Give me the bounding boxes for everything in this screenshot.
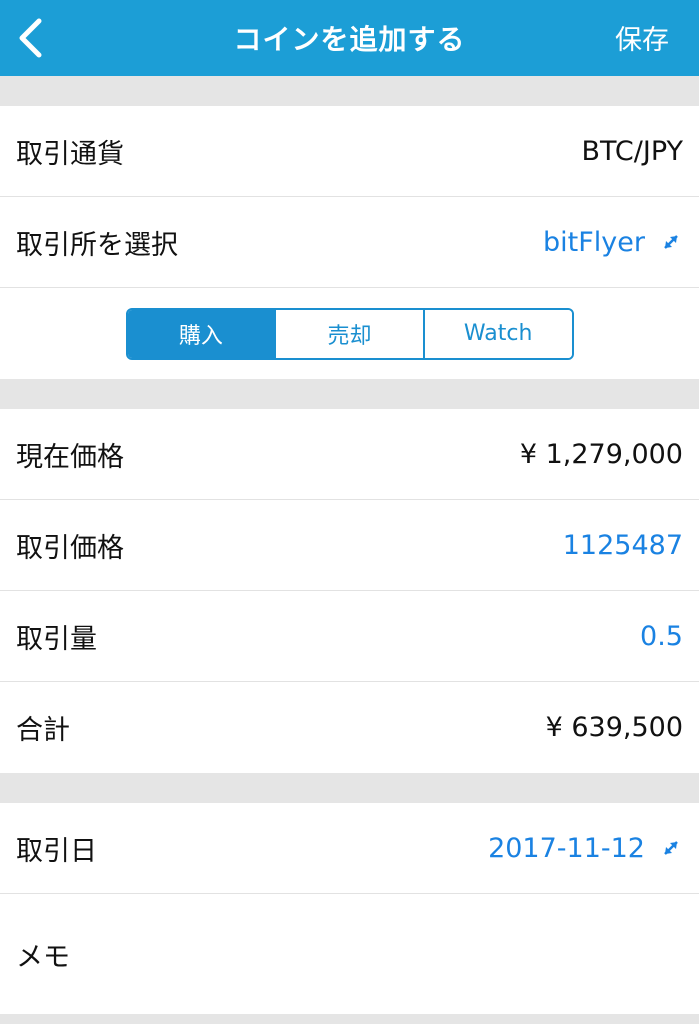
trade-type-row: 購入 売却 Watch [0,288,699,379]
memo-row[interactable]: メモ [0,894,699,1014]
exchange-label: 取引所を選択 [16,229,178,261]
save-button[interactable]: 保存 [615,18,669,57]
total-row: 合計 ¥ 639,500 [0,682,699,773]
section-separator [0,76,699,106]
current-price-value: ¥ 1,279,000 [519,438,683,470]
trade-amount-label: 取引量 [16,623,97,655]
pair-row: 取引通貨 BTC/JPY [0,106,699,197]
current-price-row: 現在価格 ¥ 1,279,000 [0,409,699,500]
trade-amount-row[interactable]: 取引量 0.5 [0,591,699,682]
trade-price-label: 取引価格 [16,532,124,564]
price-group: 現在価格 ¥ 1,279,000 取引価格 1125487 取引量 0.5 合計… [0,409,699,773]
exchange-value[interactable]: bitFlyer [543,227,645,258]
pair-label: 取引通貨 [16,138,124,170]
trade-date-row[interactable]: 取引日 2017-11-12 [0,803,699,894]
trade-info-group: 取引通貨 BTC/JPY 取引所を選択 bitFlyer 購入 売却 Watch [0,106,699,379]
trade-date-value[interactable]: 2017-11-12 [488,833,645,864]
trade-price-input[interactable]: 1125487 [563,530,683,561]
current-price-label: 現在価格 [16,441,124,473]
segment-sell[interactable]: 売却 [276,309,425,358]
trade-date-label: 取引日 [16,835,97,867]
page-title: コインを追加する [233,23,466,56]
chevron-left-icon [19,18,42,58]
trade-amount-input[interactable]: 0.5 [640,621,683,652]
section-separator [0,379,699,409]
exchange-row[interactable]: 取引所を選択 bitFlyer [0,197,699,288]
total-value: ¥ 639,500 [545,712,683,743]
section-separator [0,773,699,803]
back-button[interactable] [10,14,50,62]
memo-label: メモ [16,941,70,973]
bottom-separator [0,1014,699,1024]
date-memo-group: 取引日 2017-11-12 メモ [0,803,699,1014]
total-label: 合計 [16,715,70,746]
trade-type-segmented-control: 購入 売却 Watch [125,307,574,360]
segment-watch[interactable]: Watch [424,309,572,358]
segment-buy[interactable]: 購入 [127,309,277,358]
pair-value: BTC/JPY [581,135,683,167]
navigation-bar: コインを追加する 保存 [0,0,699,76]
expand-arrows-icon [664,235,678,249]
expand-arrows-icon [664,841,678,855]
trade-price-row[interactable]: 取引価格 1125487 [0,500,699,591]
